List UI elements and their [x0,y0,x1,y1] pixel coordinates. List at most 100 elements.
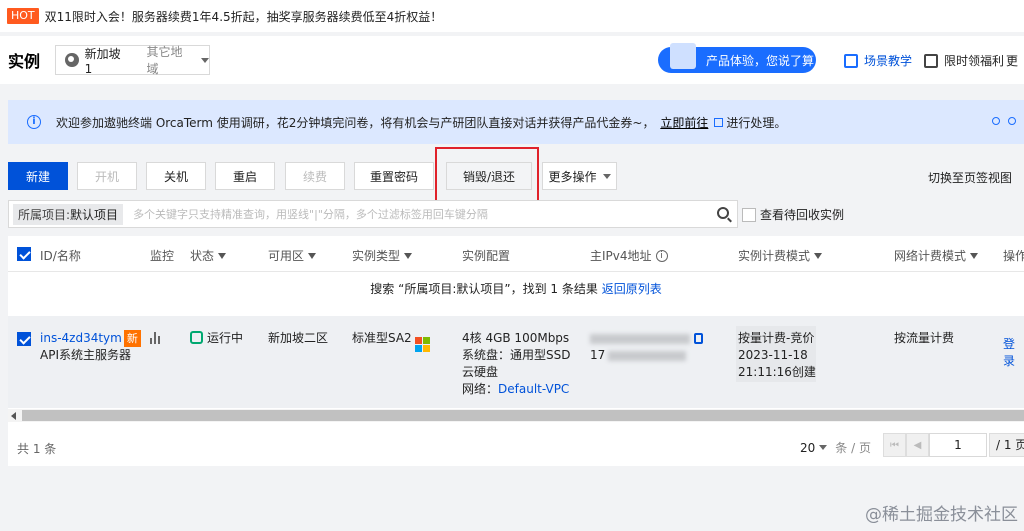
search-icon[interactable] [717,207,729,219]
select-all-checkbox[interactable] [17,247,31,261]
more-actions-button[interactable]: 更多操作 [542,162,617,190]
watermark: @稀土掘金技术社区 [865,505,1018,525]
col-billing[interactable]: 实例计费模式 [738,247,823,264]
filter-icon[interactable] [970,252,979,259]
filter-icon[interactable] [404,252,413,259]
notice-link[interactable]: 立即前往 [660,116,708,130]
start-button[interactable]: 开机 [77,162,137,190]
col-net-billing[interactable]: 网络计费模式 [894,247,979,264]
notice-tail: 进行处理。 [726,115,787,130]
renew-button[interactable]: 续费 [285,162,345,190]
total-count: 共 1 条 [17,442,57,456]
page-header: 实例 新加坡 1 其它地域 产品体验，您说了算 场景教学 限时领福利 更 [0,36,1024,84]
config-spec: 4核 4GB 100Mbps [462,331,570,345]
table-row[interactable]: ins-4zd34tym 新 API系统主服务器 运行中 新加坡二区 标准型SA2… [8,316,1024,408]
filter-icon[interactable] [308,252,317,259]
copy-icon[interactable] [694,333,703,344]
region-current: 新加坡 1 [84,46,121,76]
carousel-dot[interactable] [992,117,1000,125]
status-text: 运行中 [207,331,244,345]
new-badge: 新 [123,330,141,347]
page-size-select[interactable]: 20 条 / 页 [800,439,871,456]
instance-id-link[interactable]: ins-4zd34tym [40,331,122,345]
zone-cell: 新加坡二区 [268,331,329,345]
back-to-list-link[interactable]: 返回原列表 [602,282,662,296]
scroll-left-icon[interactable] [11,412,16,420]
tutorial-link[interactable]: 场景教学 [844,52,912,69]
welfare-link[interactable]: 限时领福利 [924,52,1004,69]
region-other: 其它地域 [146,45,183,76]
filter-tag-value: 默认项目 [70,207,119,222]
recycle-label: 查看待回收实例 [760,208,845,222]
more-link[interactable]: 更 [1006,52,1018,69]
feedback-button[interactable]: 产品体验，您说了算 [658,43,816,73]
pagination: ⏮ ◀ 1 / 1 页 [883,433,1024,457]
col-ipv4: 主IPv4地址 i [590,247,668,264]
more-actions-label: 更多操作 [548,169,597,184]
globe-icon [65,53,79,67]
prev-page-icon[interactable]: ◀ [906,433,929,457]
search-result-line: 搜索 “所属项目:默认项目”，找到 1 条结果 返回原列表 [8,280,1024,297]
result-text: 搜索 “所属项目:默认项目”，找到 1 条结果 [370,282,598,296]
created-date: 2023-11-18 [738,348,808,362]
windows-icon [414,337,430,352]
vpc-link[interactable]: Default-VPC [498,382,569,396]
notice-bar: i 欢迎参加遨驰终端 OrcaTerm 使用调研，花2分钟填完问卷，将有机会与产… [8,100,1024,144]
restart-button[interactable]: 重启 [215,162,275,190]
col-ipv4-label: 主IPv4地址 [590,249,652,263]
row-checkbox[interactable] [17,332,31,346]
chevron-down-icon [201,57,210,63]
horizontal-scrollbar[interactable] [8,409,1024,422]
filter-icon[interactable] [218,252,227,259]
monitor-cell [150,332,160,344]
filter-tag[interactable]: 所属项目:默认项目 [13,203,124,225]
ip-prefix: 17 [590,348,606,362]
instance-table: ID/名称 监控 状态 可用区 实例类型 实例配置 主IPv4地址 i 实例计费模… [8,236,1024,426]
instance-id-cell: ins-4zd34tym 新 [40,330,141,347]
promo-text[interactable]: 双11限时入会！服务器续费1年4.5折起，抽奖享服务器续费低至4折权益！ [45,8,443,25]
cube-icon [844,53,858,68]
table-footer: 共 1 条 20 条 / 页 ⏮ ◀ 1 / 1 页 [8,426,1024,466]
chevron-down-icon [602,173,611,179]
external-link-icon [714,117,724,127]
promo-banner[interactable]: HOT 双11限时入会！服务器续费1年4.5折起，抽奖享服务器续费低至4折权益！ [0,0,1024,32]
col-type[interactable]: 实例类型 [352,247,413,264]
carousel-dots[interactable] [992,117,1016,125]
running-icon [190,331,203,344]
login-link[interactable]: 登录 [1003,336,1024,370]
page-input[interactable]: 1 [929,433,987,457]
switch-view-link[interactable]: 切换至页签视图 [928,169,1012,186]
page-title: 实例 [8,52,41,71]
billing-cell: 按量计费-竞价 2023-11-18 21:11:16创建 [738,330,816,381]
billing-mode: 按量计费-竞价 [738,331,815,345]
tutorial-label: 场景教学 [864,54,913,68]
col-status[interactable]: 状态 [190,247,227,264]
created-time: 21:11:16创建 [738,365,816,379]
reset-password-button[interactable]: 重置密码 [354,162,434,190]
search-input[interactable]: 多个关键字只支持精准查询，用竖线"|"分隔，多个过滤标签用回车键分隔 [133,206,488,222]
recycle-checkbox[interactable]: 查看待回收实例 [742,206,844,223]
first-page-icon[interactable]: ⏮ [883,433,906,457]
ipv4-cell: 17 [590,330,703,364]
stop-button[interactable]: 关机 [146,162,206,190]
search-bar[interactable]: 所属项目:默认项目 多个关键字只支持精准查询，用竖线"|"分隔，多个过滤标签用回… [8,200,738,228]
help-icon[interactable]: i [655,249,668,262]
config-network: 网络：Default-VPC [462,381,580,398]
feedback-label: 产品体验，您说了算 [706,53,815,68]
welfare-label: 限时领福利 [944,54,1005,68]
carousel-dot[interactable] [1008,117,1016,125]
col-id-name: ID/名称 [40,249,81,263]
page-total: / 1 页 [989,433,1024,457]
col-zone[interactable]: 可用区 [268,247,317,264]
filter-icon[interactable] [814,252,823,259]
scrollbar-thumb[interactable] [22,410,1024,421]
checkbox-icon[interactable] [742,207,756,222]
type-text: 标准型SA2 [352,331,412,345]
type-cell: 标准型SA2 [352,330,430,352]
col-status-label: 状态 [190,249,215,263]
region-selector[interactable]: 新加坡 1 其它地域 [55,45,210,76]
gift-icon [924,53,938,68]
bar-chart-icon[interactable] [150,332,160,344]
instance-name: API系统主服务器 [40,348,131,362]
create-button[interactable]: 新建 [8,162,68,190]
